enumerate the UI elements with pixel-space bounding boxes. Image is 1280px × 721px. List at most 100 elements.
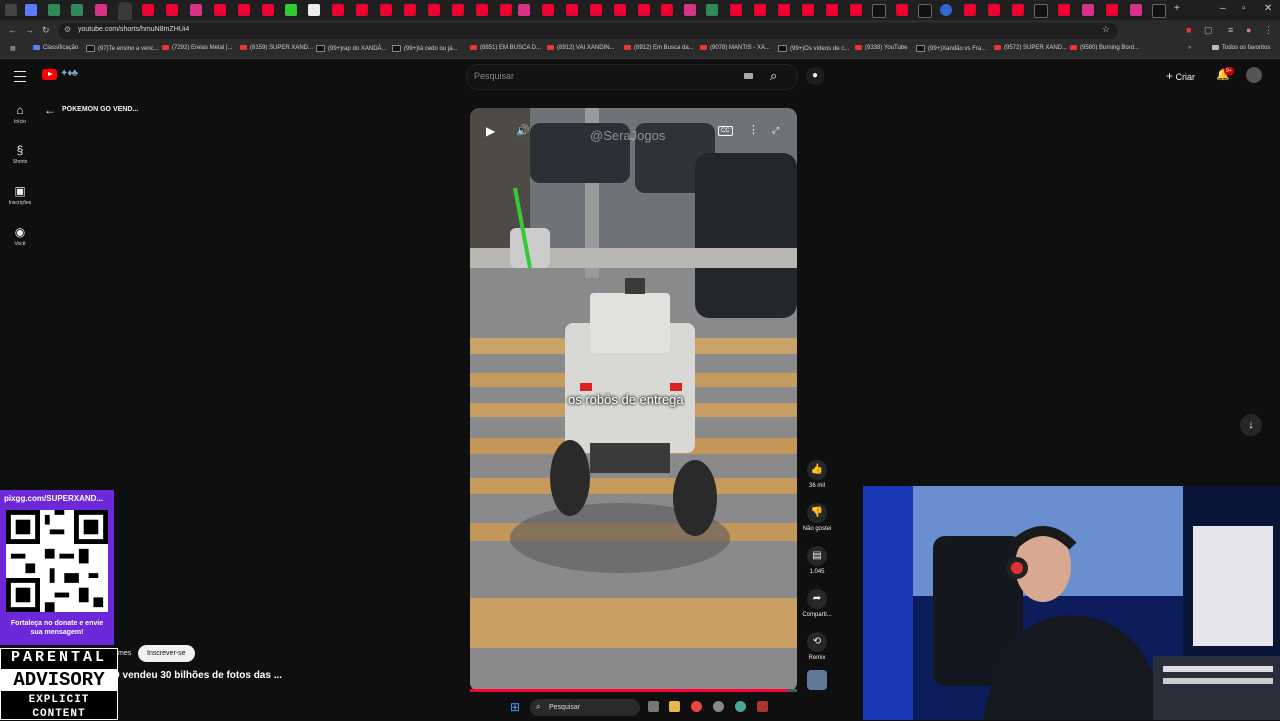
nav-item-subscriptions[interactable]: ▣ Inscrições — [0, 184, 40, 206]
back-arrow-icon[interactable]: ← — [44, 103, 56, 117]
windows-start-icon[interactable]: ⊞ — [510, 700, 520, 714]
browser-tab[interactable] — [214, 4, 226, 16]
bookmark-item[interactable]: (9338) YouTube — [855, 45, 907, 51]
account-avatar[interactable] — [1246, 67, 1262, 83]
app-icon[interactable] — [735, 701, 746, 712]
profile-icon[interactable]: ● — [1246, 25, 1251, 35]
browser-tab[interactable] — [404, 4, 416, 16]
omnibox[interactable]: ⚙ youtube.com/shorts/hmuN8mZHUi4 ☆ — [58, 23, 1118, 39]
file-explorer-icon[interactable] — [669, 701, 680, 712]
nav-item-shorts[interactable]: § Shorts — [0, 143, 40, 165]
more-bookmarks-icon[interactable]: » — [1188, 45, 1191, 51]
reload-icon[interactable]: ↻ — [42, 25, 50, 36]
browser-tab[interactable] — [684, 4, 696, 16]
bookmark-item[interactable]: (7292) Erelas Metal |... — [162, 45, 233, 51]
browser-tab[interactable] — [872, 4, 886, 18]
browser-tab[interactable] — [1034, 4, 1048, 18]
browser-tab[interactable] — [190, 4, 202, 16]
create-button[interactable]: + Criar — [1166, 69, 1195, 83]
chrome-icon[interactable] — [691, 701, 702, 712]
browser-tab[interactable] — [1152, 4, 1166, 18]
nav-item-you[interactable]: ◉ Você — [0, 225, 40, 247]
browser-tab[interactable] — [1130, 4, 1142, 16]
browser-tab[interactable] — [500, 4, 512, 16]
bookmark-item[interactable]: (99+)tá cedo ou já... — [392, 45, 458, 52]
browser-tab[interactable] — [1082, 4, 1094, 16]
browser-tab-active[interactable] — [118, 2, 132, 20]
browser-tab[interactable] — [95, 4, 107, 16]
video-title[interactable]: O vendeu 30 bilhões de fotos das ... — [112, 670, 282, 681]
browser-tab[interactable] — [142, 4, 154, 16]
maximize-icon[interactable]: ▫ — [1242, 3, 1246, 14]
new-tab-icon[interactable]: + — [1174, 3, 1180, 14]
bookmark-item[interactable]: (99+)rap do XANDÃ... — [316, 45, 387, 52]
bookmark-item[interactable]: (99+)Os vídeos de c... — [778, 45, 849, 52]
browser-tab[interactable] — [1058, 4, 1070, 16]
youtube-logo[interactable] — [42, 69, 57, 80]
nav-item-home[interactable]: ⌂ Início — [0, 103, 40, 125]
all-bookmarks-folder[interactable]: Todos os favoritos — [1212, 45, 1270, 51]
forward-icon[interactable]: → — [25, 25, 34, 35]
browser-tab[interactable] — [262, 4, 274, 16]
browser-tab[interactable] — [1012, 4, 1024, 16]
microphone-icon[interactable]: ● — [806, 67, 824, 85]
browser-tab[interactable] — [48, 4, 60, 16]
browser-tab[interactable] — [730, 4, 742, 16]
close-window-icon[interactable]: ✕ — [1264, 3, 1272, 14]
menu-icon[interactable]: ⋮ — [1264, 25, 1273, 36]
browser-tab[interactable] — [428, 4, 440, 16]
keyboard-icon[interactable] — [744, 73, 753, 79]
tab-list-button[interactable] — [5, 4, 17, 16]
more-options-icon[interactable]: ⋮ — [748, 123, 759, 136]
app-icon[interactable] — [757, 701, 768, 712]
browser-tab[interactable] — [590, 4, 602, 16]
browser-tab[interactable] — [638, 4, 650, 16]
extension-icon[interactable]: ■ — [1186, 25, 1191, 35]
browser-tab[interactable] — [964, 4, 976, 16]
remix-button[interactable]: ⟲ Remix — [801, 632, 833, 661]
browser-tab[interactable] — [754, 4, 766, 16]
browser-tab[interactable] — [896, 4, 908, 16]
bookmark-item[interactable]: (9580) Burning Bord... — [1070, 45, 1139, 51]
bookmark-item[interactable]: (9078) MANTIS - XA... — [700, 45, 770, 51]
bookmark-item[interactable]: Classificação — [33, 45, 78, 51]
task-view-icon[interactable] — [648, 701, 659, 712]
bookmark-item[interactable]: (8912) VAI XANDIN... — [547, 45, 615, 51]
bookmark-item[interactable]: (99+)Xandão vs Fra... — [916, 45, 986, 52]
browser-tab[interactable] — [661, 4, 673, 16]
browser-tab[interactable] — [918, 4, 932, 18]
play-icon[interactable]: ▶ — [486, 124, 495, 138]
search-icon[interactable]: ⌕ — [770, 68, 777, 84]
dislike-button[interactable]: 👎 Não gostei — [801, 503, 833, 532]
browser-tab[interactable] — [452, 4, 464, 16]
channel-name[interactable]: mes — [118, 650, 131, 657]
browser-tab[interactable] — [332, 4, 344, 16]
browser-tab[interactable] — [1106, 4, 1118, 16]
browser-tab[interactable] — [71, 4, 83, 16]
minimize-icon[interactable]: – — [1220, 3, 1226, 14]
browser-tab[interactable] — [940, 4, 952, 16]
browser-tab[interactable] — [476, 4, 488, 16]
youtube-doodle-icon[interactable]: ✦♦♣ — [60, 68, 78, 79]
bookmark-item[interactable]: (8851) EM BUSCA D... — [470, 45, 541, 51]
browser-tab[interactable] — [802, 4, 814, 16]
fullscreen-icon[interactable]: ⤢ — [772, 125, 779, 136]
site-info-icon[interactable]: ⚙ — [64, 25, 71, 34]
browser-tab[interactable] — [566, 4, 578, 16]
share-button[interactable]: ➦ Comparti... — [801, 589, 833, 618]
like-button[interactable]: 👍 36 mil — [801, 460, 833, 489]
search-input[interactable]: Pesquisar — [474, 71, 514, 81]
bookmark-item[interactable]: (9572) SUPER XAND... — [994, 45, 1067, 51]
bookmark-item[interactable]: (8159) SUPER XAND... — [240, 45, 313, 51]
captions-icon[interactable]: CC — [718, 126, 733, 136]
browser-tab[interactable] — [988, 4, 1000, 16]
settings-icon[interactable] — [713, 701, 724, 712]
back-icon[interactable]: ← — [8, 25, 17, 35]
browser-tab[interactable] — [518, 4, 530, 16]
browser-tab[interactable] — [380, 4, 392, 16]
browser-tab[interactable] — [706, 4, 718, 16]
bookmark-item[interactable]: (8912) Em Busca da... — [624, 45, 694, 51]
bookmark-item[interactable]: (97)Te ensino a venc... — [86, 45, 159, 52]
taskbar-search-label[interactable]: Pesquisar — [549, 704, 580, 711]
taskbar-search[interactable] — [530, 699, 640, 716]
